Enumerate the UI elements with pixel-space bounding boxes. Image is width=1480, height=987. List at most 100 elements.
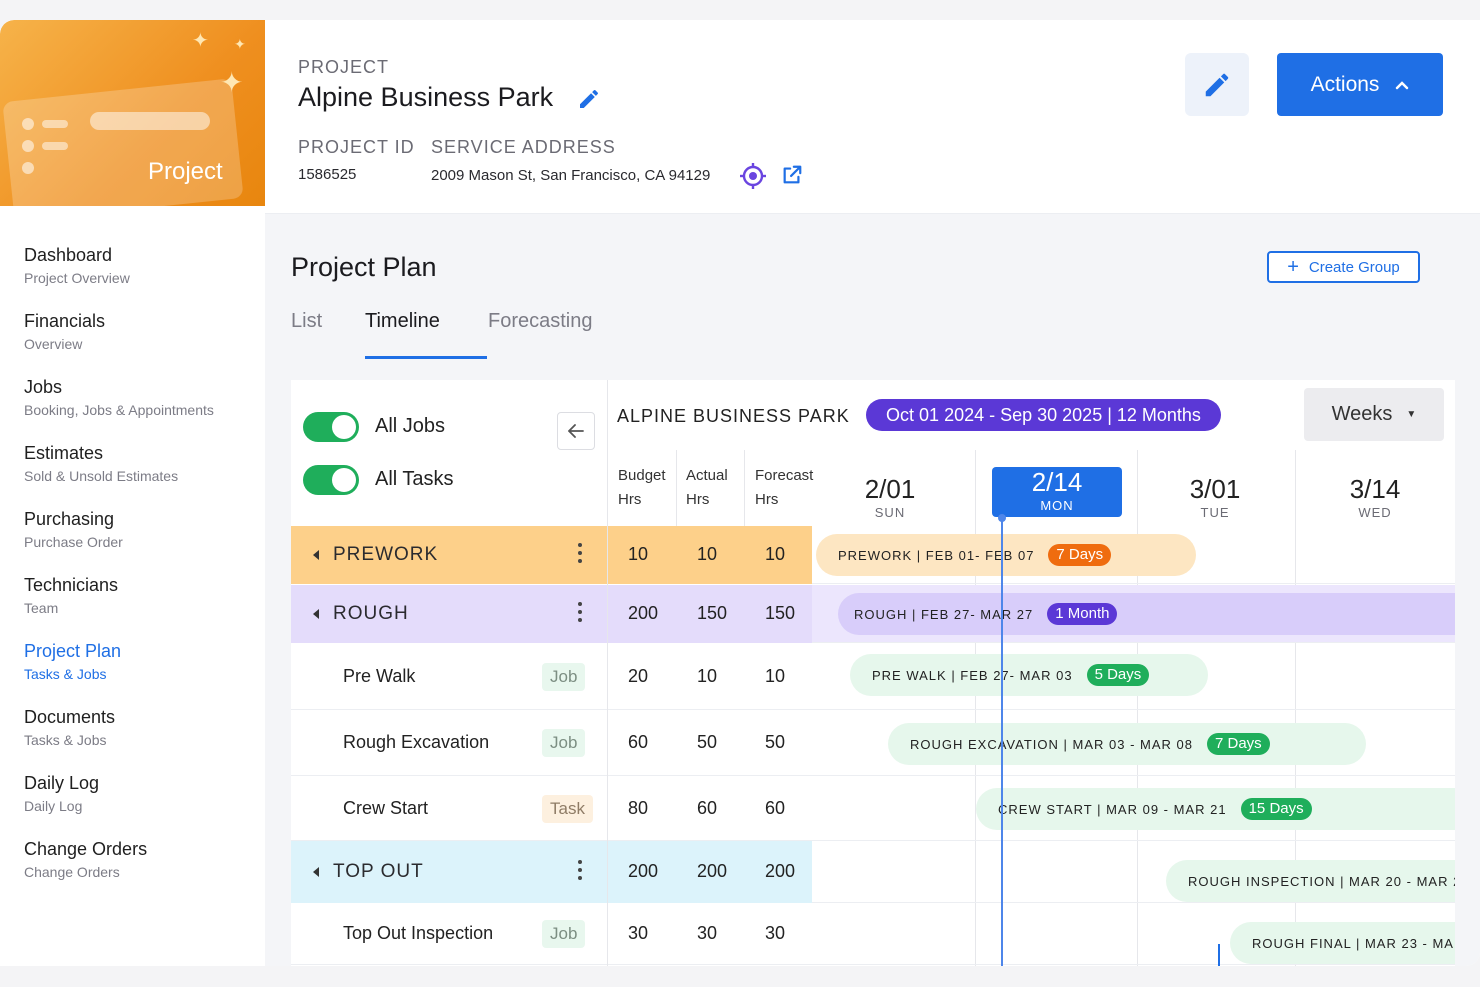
- actual-hrs: 10: [697, 666, 718, 686]
- open-external-icon[interactable]: [781, 164, 803, 186]
- table-row[interactable]: Crew Start Task 80 60 60: [291, 776, 812, 841]
- today-date-header[interactable]: 2/14 MON: [992, 467, 1122, 517]
- timeline-bar[interactable]: PRE WALK | FEB 27- MAR 03 5 Days: [850, 654, 1208, 696]
- budget-hrs: 80: [628, 797, 649, 818]
- caret-down-icon: ▼: [1406, 409, 1417, 420]
- actual-hrs: 200: [697, 861, 728, 881]
- sidebar-item-title: Estimates: [24, 443, 104, 463]
- collapse-caret-icon[interactable]: [313, 867, 319, 877]
- duration-badge: 15 Days: [1240, 798, 1312, 820]
- item-name: Rough Excavation: [343, 732, 490, 752]
- item-type-badge: Job: [542, 920, 586, 948]
- duration-badge: 1 Month: [1047, 603, 1118, 625]
- sidebar-item-subtitle: Sold & Unsold Estimates: [24, 468, 179, 484]
- edit-project-button[interactable]: [1185, 53, 1249, 116]
- group-row[interactable]: PREWORK 10 10 10: [291, 526, 812, 584]
- item-name: Pre Walk: [343, 666, 416, 686]
- column-divider: [607, 903, 608, 965]
- chevron-up-icon: [1396, 80, 1409, 89]
- collapse-caret-icon[interactable]: [313, 550, 319, 560]
- forecast-hrs: 50: [765, 732, 786, 752]
- sidebar: ✦ ✦ ✦ Project Dashboard Project Overview F…: [0, 20, 265, 966]
- sidebar-item-financials[interactable]: Financials Overview: [24, 308, 214, 374]
- weekday-label: TUE: [1200, 505, 1230, 520]
- tab-timeline[interactable]: Timeline: [365, 310, 440, 333]
- timeline-bar[interactable]: ROUGH INSPECTION | MAR 20 - MAR 2: [1166, 860, 1455, 902]
- more-options-icon[interactable]: [578, 602, 582, 626]
- collapse-panel-button[interactable]: [557, 412, 595, 450]
- item-type-badge: Task: [542, 794, 593, 823]
- brand-dot: [22, 140, 34, 152]
- column-divider: [744, 450, 745, 530]
- actions-button[interactable]: Actions: [1277, 53, 1443, 116]
- tab-list[interactable]: List: [291, 310, 322, 333]
- actual-hrs: 30: [697, 923, 718, 943]
- create-group-button[interactable]: + Create Group: [1267, 251, 1420, 283]
- sidebar-item-daily-log[interactable]: Daily Log Daily Log: [24, 770, 214, 836]
- sidebar-item-change-orders[interactable]: Change Orders Change Orders: [24, 836, 214, 902]
- sidebar-item-project-plan[interactable]: Project Plan Tasks & Jobs: [24, 638, 214, 704]
- brand-label: Project: [148, 158, 223, 185]
- forecast-hrs: 30: [765, 923, 786, 943]
- budget-hrs: 60: [628, 732, 649, 752]
- sidebar-item-subtitle: Overview: [24, 336, 83, 352]
- edit-name-pencil-icon[interactable]: [577, 87, 601, 111]
- date-header[interactable]: 3/14 WED: [1300, 474, 1450, 520]
- table-row[interactable]: Rough Excavation Job 60 50 50: [291, 710, 812, 776]
- all-jobs-toggle[interactable]: [303, 412, 359, 442]
- actual-hrs-header: Actual Hrs: [686, 467, 728, 508]
- table-row[interactable]: Top Out Inspection Job 30 30 30: [291, 903, 812, 965]
- sidebar-item-jobs[interactable]: Jobs Booking, Jobs & Appointments: [24, 374, 214, 440]
- sidebar-item-documents[interactable]: Documents Tasks & Jobs: [24, 704, 214, 770]
- more-options-icon[interactable]: [578, 860, 582, 884]
- date-label: 3/01: [1189, 474, 1241, 504]
- weekday-label: MON: [1040, 498, 1074, 513]
- timeline-bar-label: ROUGH | FEB 27- MAR 27: [854, 606, 1034, 622]
- collapse-caret-icon[interactable]: [313, 609, 319, 619]
- tab-forecasting[interactable]: Forecasting: [488, 310, 593, 333]
- all-tasks-toggle[interactable]: [303, 465, 359, 495]
- sparkle-icon: ✦: [220, 67, 244, 98]
- group-row[interactable]: ROUGH 200 150 150: [291, 585, 812, 643]
- timeline-bar[interactable]: CREW START | MAR 09 - MAR 21 15 Days: [976, 788, 1455, 830]
- sidebar-item-purchasing[interactable]: Purchasing Purchase Order: [24, 506, 214, 572]
- timeline-bar[interactable]: PREWORK | FEB 01- FEB 07 7 Days: [816, 534, 1196, 576]
- column-divider: [607, 841, 608, 903]
- timeline-bar[interactable]: ROUGH | FEB 27- MAR 27 1 Month: [838, 593, 1455, 635]
- service-address-label: SERVICE ADDRESS: [431, 137, 616, 157]
- column-divider: [607, 585, 608, 643]
- budget-hrs-header: Budget Hrs: [618, 467, 666, 508]
- timeline-bar[interactable]: ROUGH FINAL | MAR 23 - MAI: [1230, 922, 1455, 964]
- date-header[interactable]: 2/01 SUN: [810, 474, 970, 520]
- table-row[interactable]: Pre Walk Job 20 10 10: [291, 644, 812, 710]
- brand-banner: ✦ ✦ ✦ Project: [0, 20, 265, 206]
- brand-dot: [22, 162, 34, 174]
- weekday-label: SUN: [874, 505, 906, 520]
- scale-select[interactable]: Weeks ▼: [1304, 388, 1444, 441]
- date-header[interactable]: 3/01 TUE: [1140, 474, 1290, 520]
- forecast-hrs: 200: [765, 861, 796, 881]
- actual-hrs: 60: [697, 797, 718, 818]
- actual-hrs: 10: [697, 544, 718, 564]
- sidebar-item-subtitle: Tasks & Jobs: [24, 666, 107, 682]
- project-caption: PROJECT: [298, 57, 390, 77]
- sidebar-item-estimates[interactable]: Estimates Sold & Unsold Estimates: [24, 440, 214, 506]
- more-options-icon[interactable]: [578, 543, 582, 567]
- sidebar-item-technicians[interactable]: Technicians Team: [24, 572, 214, 638]
- group-row[interactable]: TOP OUT 200 200 200: [291, 841, 812, 903]
- sidebar-item-dashboard[interactable]: Dashboard Project Overview: [24, 242, 214, 308]
- create-group-label: Create Group: [1308, 258, 1400, 276]
- sidebar-item-subtitle: Project Overview: [24, 270, 130, 286]
- sidebar-item-subtitle: Booking, Jobs & Appointments: [24, 402, 214, 418]
- duration-badge: 5 Days: [1086, 664, 1150, 686]
- budget-hrs: 30: [628, 923, 649, 943]
- brand-bar: [42, 142, 68, 150]
- actions-label: Actions: [1310, 72, 1380, 96]
- timeline-bar-label: ROUGH INSPECTION | MAR 20 - MAR 2: [1188, 873, 1455, 889]
- forecast-hrs: 150: [765, 603, 796, 623]
- project-header: PROJECT Alpine Business Park PROJECT ID …: [265, 20, 1480, 214]
- column-divider: [676, 450, 677, 530]
- locate-icon[interactable]: [739, 162, 767, 190]
- timeline-bar[interactable]: ROUGH EXCAVATION | MAR 03 - MAR 08 7 Days: [888, 723, 1366, 765]
- sidebar-item-subtitle: Change Orders: [24, 864, 120, 880]
